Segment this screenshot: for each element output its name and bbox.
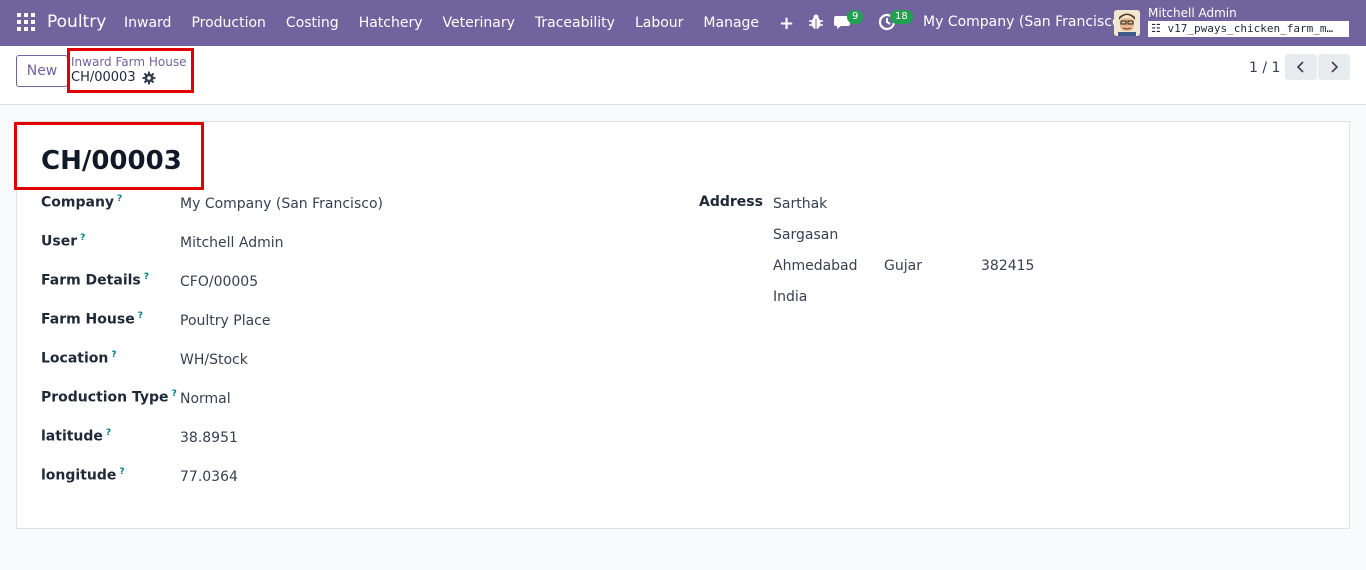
address-city[interactable]: Ahmedabad xyxy=(773,258,858,274)
breadcrumb-parent[interactable]: Inward Farm House xyxy=(71,55,186,69)
record-title[interactable]: CH/00003 xyxy=(41,146,182,176)
control-panel: New Inward Farm House CH/00003 1 / 1 xyxy=(0,46,1366,105)
address-state[interactable]: Gujarat xyxy=(884,258,922,274)
address-street2[interactable]: Sargasan xyxy=(773,227,838,243)
field-farm-details[interactable]: CFO/00005 xyxy=(180,274,258,290)
field-label-latitude: latitude? xyxy=(41,428,112,445)
debug-bug-icon[interactable] xyxy=(808,13,824,31)
help-tooltip-icon[interactable]: ? xyxy=(172,389,177,399)
field-label-company: Company? xyxy=(41,194,123,211)
field-longitude[interactable]: 77.0364 xyxy=(180,469,238,485)
menu-manage[interactable]: Manage xyxy=(693,15,769,31)
plus-icon[interactable]: + xyxy=(769,13,804,34)
pager-value[interactable]: 1 / 1 xyxy=(1249,60,1280,76)
address-label: Address xyxy=(699,194,763,210)
help-tooltip-icon[interactable]: ? xyxy=(119,467,124,477)
database-icon: ☷ xyxy=(1151,22,1161,35)
help-tooltip-icon[interactable]: ? xyxy=(106,428,111,438)
main-menu: Inward Production Costing Hatchery Veter… xyxy=(114,0,804,46)
help-tooltip-icon[interactable]: ? xyxy=(80,233,85,243)
field-latitude[interactable]: 38.8951 xyxy=(180,430,238,446)
database-name: ☷ v17_pways_chicken_farm_m… xyxy=(1148,21,1349,37)
chevron-left-icon xyxy=(1296,61,1304,73)
field-production-type[interactable]: Normal xyxy=(180,391,231,407)
menu-hatchery[interactable]: Hatchery xyxy=(349,15,433,31)
address-zip[interactable]: 382415 xyxy=(981,258,1034,274)
user-avatar[interactable] xyxy=(1114,10,1140,36)
chat-count-badge: 9 xyxy=(847,10,864,24)
help-tooltip-icon[interactable]: ? xyxy=(138,311,143,321)
menu-inward[interactable]: Inward xyxy=(114,15,181,31)
help-tooltip-icon[interactable]: ? xyxy=(111,350,116,360)
address-country[interactable]: India xyxy=(773,289,807,305)
activity-count-badge: 18 xyxy=(890,10,913,24)
menu-costing[interactable]: Costing xyxy=(276,15,349,31)
chevron-right-icon xyxy=(1331,61,1339,73)
new-button[interactable]: New xyxy=(16,55,68,87)
user-name[interactable]: Mitchell Admin xyxy=(1148,6,1237,20)
field-label-production-type: Production Type? xyxy=(41,389,177,406)
field-label-longitude: longitude? xyxy=(41,467,125,484)
top-navbar: Poultry Inward Production Costing Hatche… xyxy=(0,0,1366,46)
field-label-location: Location? xyxy=(41,350,117,367)
app-menu-icon[interactable] xyxy=(17,13,35,31)
help-tooltip-icon[interactable]: ? xyxy=(144,272,149,282)
pager-next-button[interactable] xyxy=(1318,54,1350,80)
database-label: v17_pways_chicken_farm_m… xyxy=(1167,22,1334,35)
pager-previous-button[interactable] xyxy=(1285,54,1317,80)
menu-traceability[interactable]: Traceability xyxy=(525,15,625,31)
field-label-farm-details: Farm Details? xyxy=(41,272,149,289)
field-user[interactable]: Mitchell Admin xyxy=(180,235,284,251)
help-tooltip-icon[interactable]: ? xyxy=(117,194,122,204)
menu-labour[interactable]: Labour xyxy=(625,15,693,31)
company-switcher[interactable]: My Company (San Francisco) xyxy=(923,14,1126,30)
menu-production[interactable]: Production xyxy=(181,15,275,31)
gear-icon[interactable] xyxy=(142,71,156,85)
address-street[interactable]: Sarthak xyxy=(773,196,827,212)
app-brand[interactable]: Poultry xyxy=(47,12,106,32)
field-location[interactable]: WH/Stock xyxy=(180,352,248,368)
field-label-user: User? xyxy=(41,233,86,250)
field-label-farm-house: Farm House? xyxy=(41,311,143,328)
field-company[interactable]: My Company (San Francisco) xyxy=(180,196,383,212)
breadcrumb-current: CH/00003 xyxy=(71,70,136,85)
field-farm-house[interactable]: Poultry Place xyxy=(180,313,270,329)
menu-veterinary[interactable]: Veterinary xyxy=(433,15,525,31)
